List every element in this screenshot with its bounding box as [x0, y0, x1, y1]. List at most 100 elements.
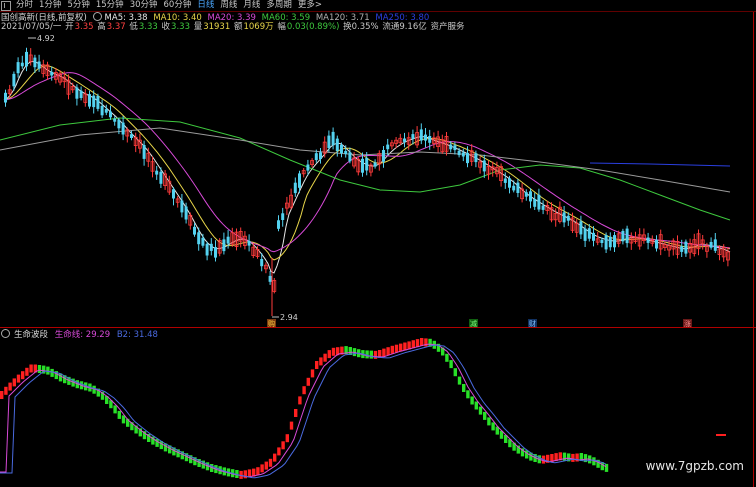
high-price-label: 4.92 [37, 34, 55, 43]
candle-body [96, 95, 100, 109]
candle-body [222, 239, 226, 252]
indicator-bar [281, 441, 285, 450]
indicator-bar [483, 411, 487, 420]
candle-body [109, 111, 112, 118]
indicator-bar [390, 345, 394, 354]
indicator-bar [457, 376, 462, 385]
indicator-tick-mark [716, 434, 726, 436]
indicator-bar [323, 353, 327, 362]
candle-body [12, 73, 16, 87]
indicator-bar [25, 367, 29, 376]
chart-canvas: 4.92 2.94 购 减 财 涨 [0, 11, 756, 487]
indicator-bar [386, 347, 390, 356]
candlesticks [4, 47, 730, 316]
candle-body [541, 205, 545, 210]
indicator-bar [462, 384, 466, 392]
candle-body [344, 151, 348, 154]
indicator-bar [449, 360, 453, 369]
indicator-bar [420, 338, 424, 346]
candle-body [226, 236, 230, 244]
indicator-bar [4, 386, 8, 395]
candle-body [327, 135, 331, 148]
low-price-label: 2.94 [280, 313, 298, 322]
candle-body [424, 134, 427, 141]
indicator-bar [37, 365, 42, 373]
candle-body [428, 136, 432, 143]
candle-body [20, 62, 24, 67]
ma250-line [589, 162, 731, 167]
candle-body [277, 220, 280, 229]
indicator-bar [256, 467, 260, 476]
candle-body [524, 192, 528, 197]
candle-body [50, 71, 54, 76]
indicator-bar [8, 382, 12, 391]
candle-body [684, 241, 688, 254]
indicator-bar [382, 348, 386, 357]
indicator-bar [16, 374, 21, 383]
candle-body [113, 118, 117, 122]
marker-buy[interactable]: 购 [268, 319, 275, 328]
indicator-bar [298, 396, 302, 405]
life-line [0, 343, 607, 478]
indicator-bar [474, 401, 478, 410]
candle-body [503, 178, 507, 183]
indicator-bar [445, 353, 449, 362]
candle-body [449, 144, 453, 150]
candle-body [373, 162, 377, 167]
candle-body [583, 228, 587, 241]
indicator-bar [411, 340, 415, 349]
candle-body [142, 145, 146, 159]
candle-body [197, 232, 201, 245]
ma60-line [0, 117, 731, 221]
indicator-bar [264, 461, 268, 470]
indicator-name: 生命波段 [14, 330, 49, 340]
candle-body [386, 144, 390, 150]
indicator-bar [117, 410, 121, 419]
candle-body [600, 239, 604, 243]
marker-rise[interactable]: 涨 [684, 319, 691, 328]
candle-body [604, 235, 608, 250]
candle-body [512, 185, 516, 191]
candle-body [403, 138, 406, 142]
indicator-bar [29, 364, 33, 373]
candle-body [466, 152, 469, 164]
marker-finance[interactable]: 财 [529, 319, 536, 328]
candle-body [461, 152, 465, 157]
candle-body [16, 62, 20, 74]
candle-body [482, 160, 486, 172]
candle-body [646, 237, 650, 243]
candle-body [100, 105, 104, 116]
indicator-bar [491, 422, 495, 431]
candle-body [335, 138, 339, 151]
candle-body [331, 131, 335, 146]
candle-body [121, 122, 125, 135]
candle-body [180, 200, 184, 213]
candle-body [205, 243, 209, 256]
indicator-bar [466, 390, 470, 399]
candle-body [184, 206, 188, 220]
candle-body [319, 152, 322, 159]
indicator-bar [306, 377, 310, 386]
indicator-bar [294, 409, 298, 417]
candle-body [453, 145, 457, 151]
indicator-bar [394, 344, 399, 353]
candle-body [361, 158, 364, 173]
indicator-bar [12, 378, 16, 387]
candle-body [293, 182, 297, 194]
marker-reduce[interactable]: 减 [470, 319, 477, 328]
indicator-bar [315, 361, 319, 369]
indicator-settings-icon[interactable] [1, 329, 10, 338]
candle-body [247, 240, 251, 246]
indicator-bar [415, 339, 420, 348]
candle-body [382, 150, 385, 162]
candle-body [25, 51, 28, 67]
candle-body [75, 87, 79, 99]
candle-body [625, 228, 629, 244]
indicator-bar [268, 458, 273, 467]
candle-body [4, 92, 7, 103]
candle-body [613, 235, 616, 248]
indicator-bar [260, 464, 264, 473]
candle-body [172, 189, 175, 199]
candle-body [457, 150, 461, 156]
candle-body [562, 212, 566, 223]
